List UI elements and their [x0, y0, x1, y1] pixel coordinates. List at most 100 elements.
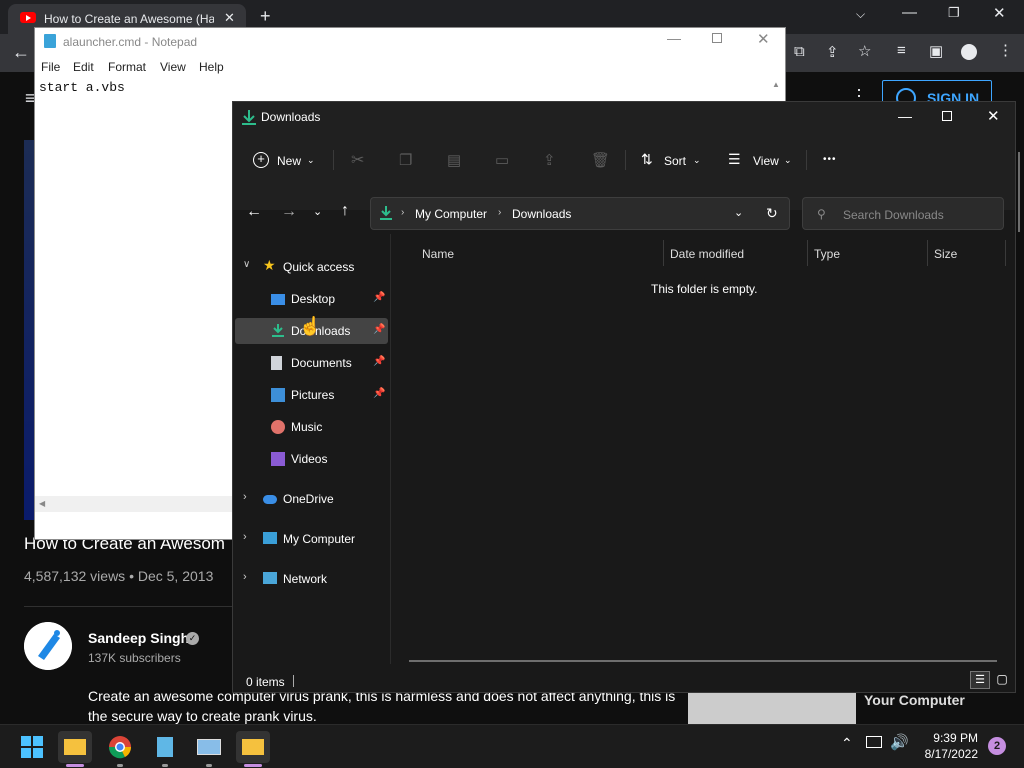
new-tab-button[interactable]: +: [260, 6, 271, 27]
maximize-icon[interactable]: [712, 33, 722, 43]
taskbar-photos[interactable]: [192, 731, 226, 763]
divider[interactable]: [663, 240, 664, 266]
profile-icon[interactable]: [961, 44, 977, 60]
notification-badge[interactable]: 2: [988, 737, 1006, 755]
channel-name[interactable]: Sandeep Singh: [88, 630, 189, 646]
rename-icon[interactable]: ▭: [495, 151, 509, 169]
side-panel-icon[interactable]: ▣: [929, 42, 943, 60]
vertical-scrollbar[interactable]: [1018, 152, 1020, 232]
taskbar-chrome[interactable]: [103, 731, 137, 763]
forward-arrow-icon[interactable]: →: [281, 203, 297, 221]
sort-button[interactable]: Sort: [664, 154, 686, 168]
taskbar-notepad[interactable]: [148, 731, 182, 763]
new-button[interactable]: New: [277, 154, 301, 168]
scroll-left-icon[interactable]: ◀: [39, 499, 45, 508]
chrome-menu-icon[interactable]: ⋮: [998, 41, 1013, 59]
share-icon[interactable]: ⇪: [543, 151, 556, 169]
nav-item-music[interactable]: Music: [233, 414, 389, 440]
nav-item-videos[interactable]: Videos: [233, 446, 389, 472]
horizontal-scrollbar[interactable]: ◀: [35, 496, 235, 512]
column-size[interactable]: Size: [934, 247, 957, 261]
nav-item-desktop[interactable]: Desktop 📌: [233, 286, 389, 312]
nav-label: Documents: [291, 356, 352, 370]
open-in-app-icon[interactable]: ⧉: [794, 43, 805, 60]
related-video-title[interactable]: Your Computer: [864, 692, 965, 708]
minimize-icon[interactable]: —: [902, 4, 917, 21]
pin-icon[interactable]: 📌: [373, 388, 385, 399]
recent-locations-icon[interactable]: ⌄: [313, 205, 322, 218]
back-arrow-icon[interactable]: ←: [12, 42, 30, 63]
divider: [293, 675, 294, 687]
chevron-down-icon[interactable]: ∨: [243, 259, 250, 270]
nav-item-onedrive[interactable]: › OneDrive: [233, 486, 389, 512]
cut-icon[interactable]: ✂: [351, 150, 364, 170]
nav-quick-access[interactable]: ∨ ★ Quick access: [233, 254, 389, 280]
delete-icon[interactable]: 🗑: [591, 151, 610, 169]
pin-icon[interactable]: 📌: [373, 324, 385, 335]
scroll-up-icon[interactable]: ▲: [772, 80, 780, 89]
menu-edit[interactable]: Edit: [73, 60, 94, 74]
bookmark-star-icon[interactable]: ☆: [858, 42, 871, 60]
share-icon[interactable]: ⇪: [826, 43, 839, 61]
horizontal-scrollbar[interactable]: [409, 660, 997, 662]
video-player[interactable]: [24, 140, 34, 520]
nav-item-my-computer[interactable]: › My Computer: [233, 526, 389, 552]
menu-format[interactable]: Format: [108, 60, 146, 74]
chevron-right-icon[interactable]: ›: [243, 491, 247, 503]
notepad-text-area[interactable]: start a.vbs: [39, 80, 125, 95]
tiles-view-icon[interactable]: ▢: [993, 671, 1011, 689]
restore-icon[interactable]: ❐: [948, 5, 960, 21]
tab-close-icon[interactable]: ✕: [224, 10, 235, 26]
menu-file[interactable]: File: [41, 60, 60, 74]
pin-icon[interactable]: 📌: [373, 292, 385, 303]
divider: [625, 150, 626, 170]
network-status-icon[interactable]: [866, 736, 882, 748]
breadcrumb-my-computer[interactable]: My Computer: [415, 207, 487, 221]
nav-item-pictures[interactable]: Pictures 📌: [233, 382, 389, 408]
column-type[interactable]: Type: [814, 247, 840, 261]
copy-icon[interactable]: ❐: [399, 151, 412, 169]
view-button[interactable]: View: [753, 154, 779, 168]
divider[interactable]: [1005, 240, 1006, 266]
taskbar-file-explorer[interactable]: [58, 731, 92, 763]
clock-time: 9:39 PM: [933, 731, 978, 745]
details-view-icon[interactable]: ☰: [970, 671, 990, 689]
column-date-modified[interactable]: Date modified: [670, 247, 744, 261]
back-arrow-icon[interactable]: ←: [246, 203, 262, 221]
reading-list-icon[interactable]: ≡: [897, 42, 906, 59]
up-arrow-icon[interactable]: ↑: [341, 202, 349, 220]
chevron-right-icon[interactable]: ›: [243, 531, 247, 543]
channel-avatar[interactable]: [24, 622, 72, 670]
start-button[interactable]: [15, 731, 49, 763]
column-name[interactable]: Name: [422, 247, 454, 261]
nav-item-documents[interactable]: Documents 📌: [233, 350, 389, 376]
refresh-icon[interactable]: ↻: [766, 205, 778, 222]
related-video-thumbnail[interactable]: [688, 690, 856, 724]
close-icon[interactable]: ✕: [757, 30, 770, 48]
star-icon: ★: [263, 257, 276, 273]
pin-icon[interactable]: 📌: [373, 356, 385, 367]
close-icon[interactable]: ✕: [987, 107, 1000, 125]
close-icon[interactable]: ✕: [993, 4, 1006, 22]
taskbar-downloads-folder[interactable]: [236, 731, 270, 763]
show-hidden-icons-icon[interactable]: ⌃: [841, 735, 853, 752]
nav-item-network[interactable]: › Network: [233, 566, 389, 592]
menu-view[interactable]: View: [160, 60, 186, 74]
paste-icon[interactable]: ▤: [447, 151, 461, 169]
breadcrumb-downloads[interactable]: Downloads: [512, 207, 571, 221]
address-bar[interactable]: › My Computer › Downloads ⌄ ↻: [370, 197, 790, 230]
system-clock[interactable]: 9:39 PM 8/17/2022: [925, 730, 978, 762]
chevron-right-icon[interactable]: ›: [243, 571, 247, 583]
address-dropdown-icon[interactable]: ⌄: [734, 206, 743, 219]
menu-help[interactable]: Help: [199, 60, 224, 74]
minimize-icon[interactable]: —: [898, 108, 912, 124]
divider[interactable]: [927, 240, 928, 266]
divider[interactable]: [807, 240, 808, 266]
tab-search-icon[interactable]: ⌵: [856, 7, 865, 22]
more-options-icon[interactable]: •••: [823, 154, 837, 165]
maximize-icon[interactable]: [942, 111, 952, 121]
search-box[interactable]: ⚲ Search Downloads: [802, 197, 1004, 230]
minimize-icon[interactable]: —: [667, 30, 681, 46]
volume-icon[interactable]: 🔊: [890, 733, 909, 751]
view-icon: ☰: [728, 151, 741, 167]
